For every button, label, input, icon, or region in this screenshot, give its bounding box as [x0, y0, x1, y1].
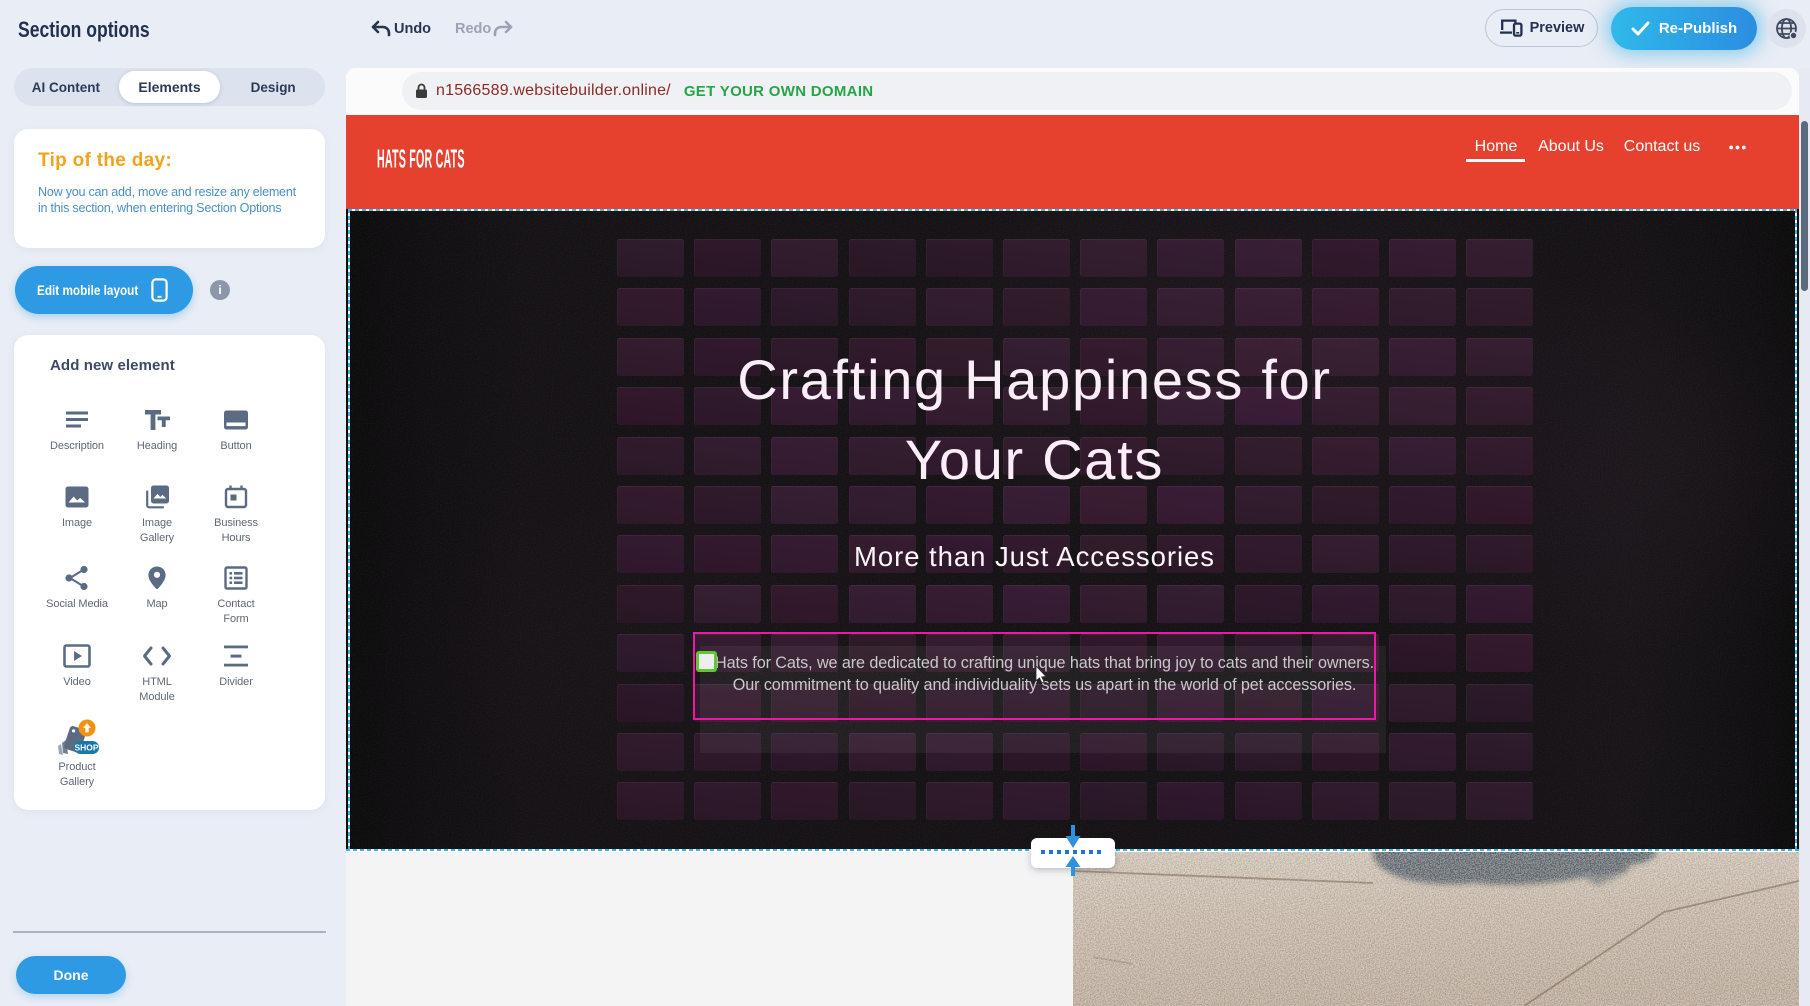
svg-text:SHOP: SHOP: [74, 743, 98, 753]
